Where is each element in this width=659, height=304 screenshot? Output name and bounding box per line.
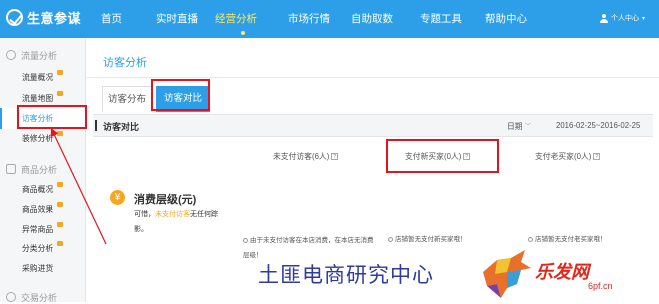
site-logo: 乐发网 <box>535 262 589 282</box>
watermark-text: 土匪电商研究中心 <box>258 263 434 287</box>
bull-logo-icon <box>483 250 531 298</box>
site-url: 6pf.cn <box>588 281 613 291</box>
annotation-arrow <box>50 127 107 245</box>
